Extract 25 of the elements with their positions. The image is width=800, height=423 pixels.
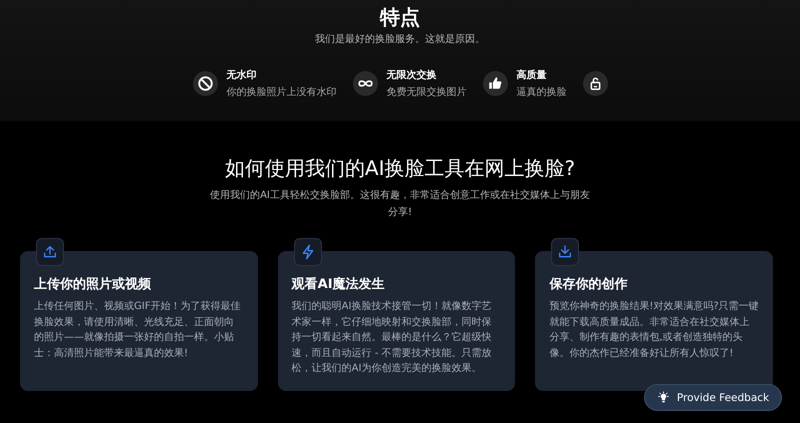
step-title: 保存你的创作 bbox=[549, 276, 628, 293]
section-title: 特点 bbox=[380, 4, 420, 30]
prohibited-icon bbox=[192, 71, 218, 96]
step-description: 我们的聪明AI换脸技术接管一切！就像数字艺术家一样，它仔细地映射和交换脸部，同时保持一切看起来自然。最棒的是什么？它超级快速，而且自动运行 - 不需要技术技能。只需放松，让我们的AI为你创造完美的换脸效果。 bbox=[292, 300, 493, 376]
feature-title: 高质量 bbox=[516, 68, 548, 82]
section-description: 使用我们的AI工具轻松交换脸部。这很有趣，非常适合创意工作或在社交媒体上与朋友分享! bbox=[209, 188, 591, 220]
feature-description: 你的换脸照片上没有水印 bbox=[226, 86, 336, 99]
step-title: 观看AI魔法发生 bbox=[292, 276, 386, 293]
feature-title: 无水印 bbox=[226, 68, 258, 82]
infinity-icon bbox=[352, 71, 378, 96]
step-description: 预览你神奇的换脸结果!对效果满意吗?只需一键就能下载高质量成品。非常适合在社交媒体上分享、制作有趣的表情包,或者创造独特的头像。你的杰作已经准备好让所有人惊叹了! bbox=[549, 300, 760, 360]
upload-icon bbox=[42, 244, 58, 260]
lightbulb-icon bbox=[656, 391, 670, 404]
download-icon bbox=[557, 244, 574, 260]
lightning-icon bbox=[300, 244, 316, 260]
step-title: 上传你的照片或视频 bbox=[34, 276, 152, 293]
feature-title: 无限次交换 bbox=[386, 68, 438, 82]
step-description: 上传任何图片、视频或GIF开始！为了获得最佳换脸效果，请使用清晰、光线充足、正面朝向的照片——就像拍摄一张好的自拍一样。小贴士：高清照片能带来最逼真的效果! bbox=[34, 300, 242, 360]
unlock-icon bbox=[582, 71, 608, 96]
section-subtitle: 我们是最好的换脸服务。这就是原因。 bbox=[315, 32, 485, 46]
thumbs-up-icon bbox=[482, 71, 508, 96]
feature-description: 免费无限交换图片 bbox=[386, 86, 466, 99]
feature-description: 逼真的换脸 bbox=[516, 86, 566, 99]
section-heading: 如何使用我们的AI换脸工具在网上换脸? bbox=[224, 155, 576, 181]
feedback-button[interactable]: Provide Feedback bbox=[644, 384, 782, 411]
